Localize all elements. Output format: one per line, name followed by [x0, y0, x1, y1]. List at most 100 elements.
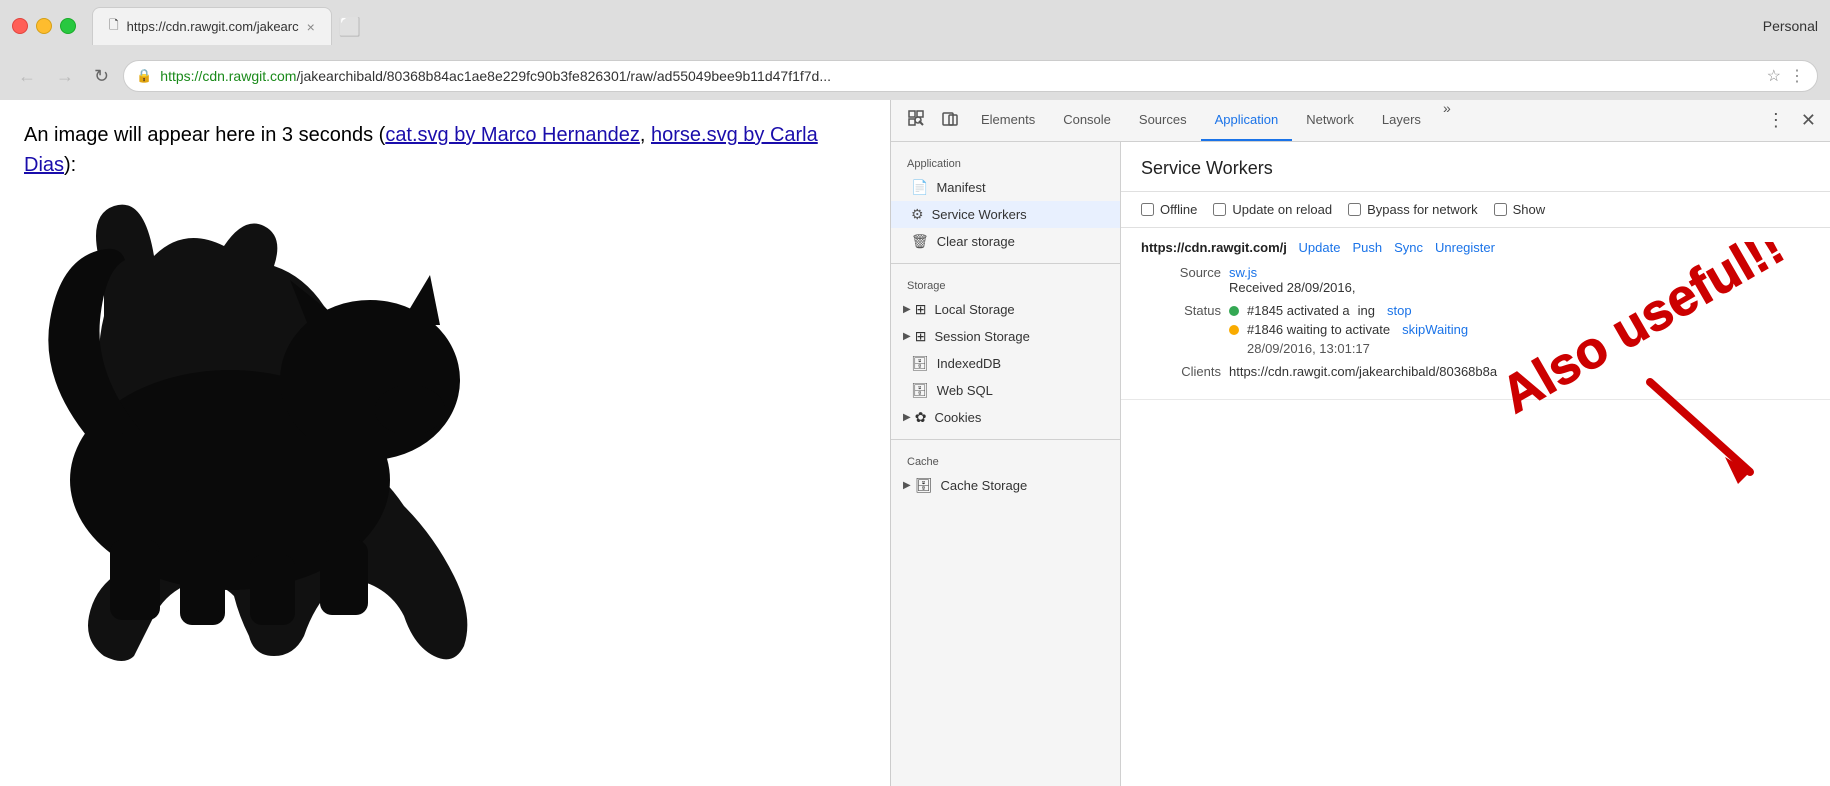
sw-url-text: https://cdn.rawgit.com/j	[1141, 240, 1287, 255]
sidebar-item-session-storage-label: Session Storage	[934, 329, 1029, 344]
tab-application[interactable]: Application	[1201, 100, 1293, 141]
service-workers-icon: ⚙	[911, 206, 924, 223]
sw-status-1-suffix: ing	[1358, 303, 1375, 318]
page-text-after: ):	[64, 154, 76, 176]
sw-stop-link[interactable]: stop	[1387, 303, 1412, 318]
status-dot-yellow-icon	[1229, 325, 1239, 335]
sw-update-link[interactable]: Update	[1299, 240, 1341, 255]
reload-button[interactable]: ↻	[88, 60, 115, 93]
devtools-close-button[interactable]: ✕	[1795, 104, 1822, 137]
local-storage-grid-icon: ⊞	[915, 301, 927, 318]
main-area: An image will appear here in 3 seconds (…	[0, 100, 1830, 786]
devtools-main-panel: Service Workers Offline Update on reload	[1121, 142, 1830, 786]
device-toolbar-button[interactable]	[933, 103, 967, 138]
sw-source-row: Source sw.js Received 28/09/2016,	[1141, 265, 1810, 295]
forward-button[interactable]: →	[50, 60, 80, 93]
sw-sync-link[interactable]: Sync	[1394, 240, 1423, 255]
new-tab-button[interactable]: ⬜	[332, 9, 368, 45]
devtools-sidebar: Application 📄 Manifest ⚙ Service Workers…	[891, 142, 1121, 786]
devtools-body: Application 📄 Manifest ⚙ Service Workers…	[891, 142, 1830, 786]
expand-arrow-local-storage-icon: ▶	[903, 304, 911, 315]
sidebar-item-clear-storage-label: Clear storage	[937, 234, 1015, 249]
sw-status-row: Status #1845 activated a ing stop	[1141, 303, 1810, 356]
sw-status-item-2: #1846 waiting to activate skipWaiting	[1229, 322, 1468, 337]
sw-source-label: Source	[1141, 265, 1221, 280]
show-label: Show	[1513, 202, 1546, 217]
bypass-network-option[interactable]: Bypass for network	[1348, 202, 1478, 217]
cache-storage-icon: 🗄	[915, 477, 933, 494]
page-text: An image will appear here in 3 seconds (…	[24, 120, 866, 180]
close-window-button[interactable]	[12, 18, 28, 34]
sidebar-item-indexeddb[interactable]: 🗄 IndexedDB	[891, 350, 1120, 377]
url-bar[interactable]: 🔒 https://cdn.rawgit.com/jakearchibald/8…	[123, 60, 1818, 92]
expand-arrow-cookies-icon: ▶	[903, 412, 911, 423]
status-dot-green-icon	[1229, 306, 1239, 316]
panel-header: Service Workers	[1121, 142, 1830, 192]
update-on-reload-option[interactable]: Update on reload	[1213, 202, 1332, 217]
page-link-sep: ,	[640, 124, 651, 146]
sw-url-actions: Update Push Sync Unregister	[1299, 240, 1495, 255]
sw-push-link[interactable]: Push	[1352, 240, 1382, 255]
bypass-network-checkbox[interactable]	[1348, 203, 1361, 216]
bookmark-star-icon[interactable]: ☆	[1767, 66, 1781, 86]
inspect-element-button[interactable]	[899, 103, 933, 138]
sidebar-item-cookies[interactable]: ▶ ✿ Cookies	[891, 404, 1120, 431]
sw-skip-waiting-link[interactable]: skipWaiting	[1402, 322, 1468, 337]
devtools-menu-button[interactable]: ⋮	[1761, 104, 1791, 137]
show-option[interactable]: Show	[1494, 202, 1546, 217]
offline-label: Offline	[1160, 202, 1197, 217]
url-protocol: https://	[160, 68, 202, 84]
ssl-lock-icon: 🔒	[136, 68, 152, 84]
sw-source-link[interactable]: sw.js	[1229, 265, 1257, 280]
sidebar-item-web-sql-label: Web SQL	[937, 383, 993, 398]
sidebar-item-service-workers[interactable]: ⚙ Service Workers	[891, 201, 1120, 228]
sw-clients-row: Clients https://cdn.rawgit.com/jakearchi…	[1141, 364, 1810, 379]
devtools-tabs: Elements Console Sources Application Net…	[967, 100, 1761, 141]
sw-received-text: Received 28/09/2016,	[1229, 280, 1355, 295]
maximize-window-button[interactable]	[60, 18, 76, 34]
sw-clients-value: https://cdn.rawgit.com/jakearchibald/803…	[1229, 364, 1810, 379]
sw-status-label: Status	[1141, 303, 1221, 318]
devtools-toolbar: Elements Console Sources Application Net…	[891, 100, 1830, 142]
more-tabs-button[interactable]: »	[1435, 100, 1459, 141]
sidebar-item-cache-storage[interactable]: ▶ 🗄 Cache Storage	[891, 472, 1120, 499]
sidebar-item-clear-storage[interactable]: 🗑 Clear storage	[891, 228, 1120, 255]
sidebar-item-manifest[interactable]: 📄 Manifest	[891, 174, 1120, 201]
tab-layers[interactable]: Layers	[1368, 100, 1435, 141]
page-text-before: An image will appear here in 3 seconds (	[24, 124, 385, 146]
offline-option[interactable]: Offline	[1141, 202, 1197, 217]
tab-network[interactable]: Network	[1292, 100, 1368, 141]
sw-status-2-date: 28/09/2016, 13:01:17	[1247, 341, 1370, 356]
sidebar-section-cache-label: Cache	[891, 448, 1120, 472]
tab-close-button[interactable]: ×	[307, 19, 315, 35]
sw-unregister-link[interactable]: Unregister	[1435, 240, 1495, 255]
sidebar-item-manifest-label: Manifest	[936, 180, 985, 195]
tab-console[interactable]: Console	[1049, 100, 1125, 141]
tab-sources[interactable]: Sources	[1125, 100, 1201, 141]
title-bar: 🗋 https://cdn.rawgit.com/jakearc × ⬜ Per…	[0, 0, 1830, 52]
cat-link[interactable]: cat.svg by Marco Hernandez	[385, 124, 640, 146]
sw-status-2-text: #1846 waiting to activate	[1247, 322, 1390, 337]
back-button[interactable]: ←	[12, 60, 42, 93]
sidebar-item-web-sql[interactable]: 🗄 Web SQL	[891, 377, 1120, 404]
sw-status-item-1: #1845 activated a ing stop	[1229, 303, 1412, 318]
sidebar-item-session-storage[interactable]: ▶ ⊞ Session Storage	[891, 323, 1120, 350]
traffic-lights	[12, 18, 76, 34]
sw-entry: https://cdn.rawgit.com/j Update Push Syn…	[1121, 228, 1830, 400]
clear-storage-icon: 🗑	[911, 233, 929, 250]
sw-options-row: Offline Update on reload Bypass for netw…	[1121, 192, 1830, 228]
show-checkbox[interactable]	[1494, 203, 1507, 216]
sw-status-value: #1845 activated a ing stop #1846 waiting…	[1229, 303, 1810, 356]
bypass-network-label: Bypass for network	[1367, 202, 1478, 217]
tab-elements[interactable]: Elements	[967, 100, 1049, 141]
indexeddb-icon: 🗄	[911, 355, 929, 372]
offline-checkbox[interactable]	[1141, 203, 1154, 216]
sidebar-item-service-workers-label: Service Workers	[932, 207, 1027, 222]
minimize-window-button[interactable]	[36, 18, 52, 34]
page-content: An image will appear here in 3 seconds (…	[0, 100, 890, 786]
sidebar-item-local-storage[interactable]: ▶ ⊞ Local Storage	[891, 296, 1120, 323]
url-menu-icon[interactable]: ⋮	[1789, 66, 1805, 86]
active-tab[interactable]: 🗋 https://cdn.rawgit.com/jakearc ×	[92, 7, 332, 45]
update-on-reload-checkbox[interactable]	[1213, 203, 1226, 216]
sidebar-item-cookies-label: Cookies	[934, 410, 981, 425]
